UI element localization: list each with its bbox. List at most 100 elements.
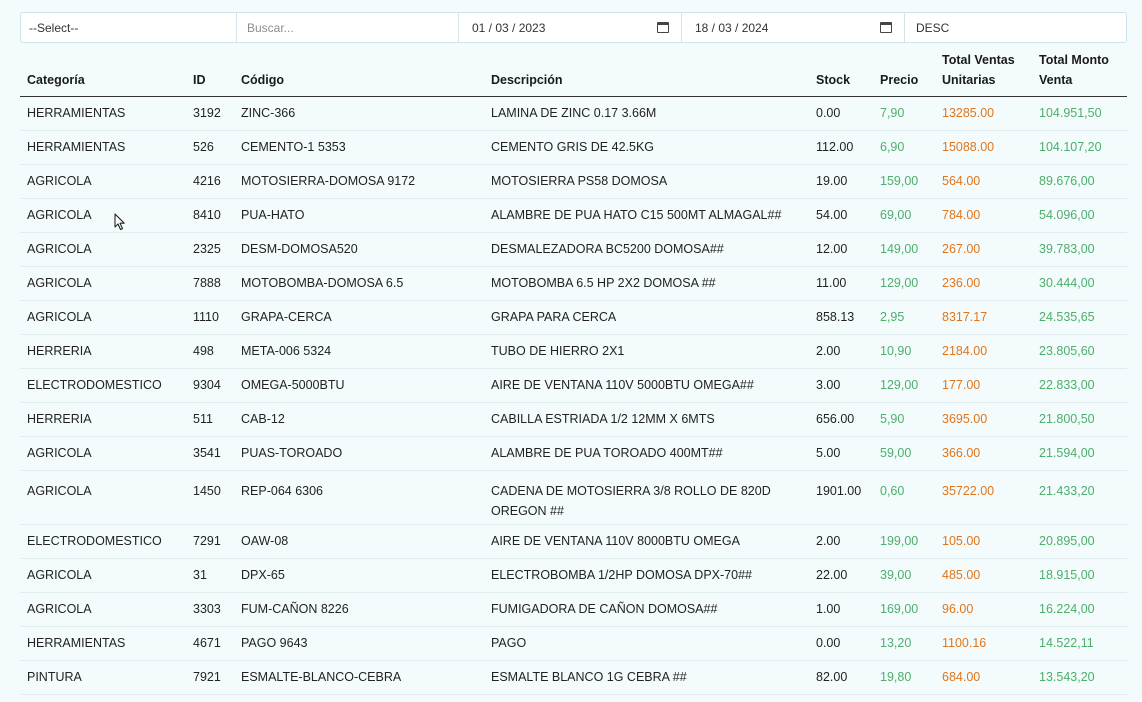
- cell-stock: 0.00: [809, 96, 873, 131]
- cell-total-ventas-unitarias: 267.00: [935, 232, 1032, 267]
- cell-precio: 59,00: [873, 436, 935, 471]
- cell-stock: 2.00: [809, 334, 873, 369]
- cell-precio: 169,00: [873, 592, 935, 627]
- filter-bar: --Select-- 01 / 03 / 2023 18 / 03 / 2024…: [20, 12, 1127, 43]
- cell-categoria: HERRAMIENTAS: [20, 626, 186, 661]
- cell-stock: 12.00: [809, 232, 873, 267]
- mouse-cursor-icon: [114, 213, 125, 231]
- cell-stock: 22.00: [809, 558, 873, 593]
- cell-categoria: AGRICOLA: [20, 470, 186, 525]
- header-precio[interactable]: Precio: [873, 46, 935, 97]
- table-row[interactable]: HERRERIA 498 META-006 5324 TUBO DE HIERRO 2…: [20, 334, 1127, 369]
- cell-codigo: PUA-HATO: [234, 198, 484, 233]
- cell-total-ventas-unitarias: 485.00: [935, 558, 1032, 593]
- cell-categoria: HERRAMIENTAS: [20, 130, 186, 165]
- cell-total-ventas-unitarias: 3695.00: [935, 402, 1032, 437]
- date-from-field[interactable]: 01 / 03 / 2023: [459, 13, 682, 42]
- table-header-row: Categoría ID Código Descripción Stock Pr…: [20, 46, 1127, 97]
- cell-categoria: AGRICOLA: [20, 266, 186, 301]
- cell-total-monto-venta: 18.915,00: [1032, 558, 1127, 593]
- table-row[interactable]: HERRAMIENTAS 3192 ZINC-366 LAMINA DE ZINC 0…: [20, 96, 1127, 131]
- table-row[interactable]: AGRICOLA 31 DPX-65 ELECTROBOMBA 1/2HP DOMOS…: [20, 558, 1127, 593]
- category-select[interactable]: --Select--: [21, 13, 237, 42]
- cell-descripcion: AIRE DE VENTANA 110V 5000BTU OMEGA##: [484, 368, 809, 403]
- cell-total-monto-venta: 23.805,60: [1032, 334, 1127, 369]
- cell-total-monto-venta: 30.444,00: [1032, 266, 1127, 301]
- calendar-icon[interactable]: [880, 22, 892, 33]
- sales-table: Categoría ID Código Descripción Stock Pr…: [20, 46, 1127, 695]
- cell-codigo: DESM-DOMOSA520: [234, 232, 484, 267]
- table-row[interactable]: ELECTRODOMESTICO 9304 OMEGA-5000BTU AIRE DE…: [20, 368, 1127, 403]
- cell-codigo: ESMALTE-BLANCO-CEBRA: [234, 660, 484, 695]
- cell-stock: 0.00: [809, 626, 873, 661]
- cell-total-monto-venta: 89.676,00: [1032, 164, 1127, 199]
- cell-codigo: FUM-CAÑON 8226: [234, 592, 484, 627]
- cell-total-ventas-unitarias: 684.00: [935, 660, 1032, 695]
- cell-descripcion: FUMIGADORA DE CAÑON DOMOSA##: [484, 592, 809, 627]
- table-row[interactable]: HERRERIA 511 CAB-12 CABILLA ESTRIADA 1/2 12…: [20, 402, 1127, 437]
- cell-descripcion: LAMINA DE ZINC 0.17 3.66M: [484, 96, 809, 131]
- cell-id: 498: [186, 334, 234, 369]
- cell-codigo: OMEGA-5000BTU: [234, 368, 484, 403]
- header-categoria[interactable]: Categoría: [20, 46, 186, 97]
- table-row[interactable]: PINTURA 7921 ESMALTE-BLANCO-CEBRA ESMALTE B…: [20, 660, 1127, 695]
- date-to-field[interactable]: 18 / 03 / 2024: [682, 13, 905, 42]
- cell-stock: 82.00: [809, 660, 873, 695]
- header-codigo[interactable]: Código: [234, 46, 484, 97]
- table-row[interactable]: AGRICOLA 1110 GRAPA-CERCA GRAPA PARA CERCA 8…: [20, 300, 1127, 335]
- cell-codigo: MOTOSIERRA-DOMOSA 9172: [234, 164, 484, 199]
- sort-order-value: DESC: [916, 20, 950, 35]
- sort-order-select[interactable]: DESC: [905, 13, 1126, 42]
- cell-id: 3192: [186, 96, 234, 131]
- cell-id: 1450: [186, 470, 234, 525]
- table-row[interactable]: AGRICOLA 8410 PUA-HATO ALAMBRE DE PUA HATO …: [20, 198, 1127, 233]
- header-total-monto-venta[interactable]: Total Monto Venta: [1032, 46, 1127, 97]
- table-row[interactable]: AGRICOLA 2325 DESM-DOMOSA520 DESMALEZADORA …: [20, 232, 1127, 267]
- cell-total-monto-venta: 16.224,00: [1032, 592, 1127, 627]
- cell-codigo: CAB-12: [234, 402, 484, 437]
- cell-total-ventas-unitarias: 35722.00: [935, 470, 1032, 525]
- calendar-icon[interactable]: [657, 22, 669, 33]
- cell-precio: 19,80: [873, 660, 935, 695]
- cell-total-monto-venta: 22.833,00: [1032, 368, 1127, 403]
- cell-descripcion: TUBO DE HIERRO 2X1: [484, 334, 809, 369]
- table-row[interactable]: AGRICOLA 4216 MOTOSIERRA-DOMOSA 9172 MOTOSI…: [20, 164, 1127, 199]
- search-field[interactable]: [237, 13, 459, 42]
- header-stock[interactable]: Stock: [809, 46, 873, 97]
- search-input[interactable]: [247, 20, 450, 35]
- header-descripcion[interactable]: Descripción: [484, 46, 809, 97]
- table-row[interactable]: HERRAMIENTAS 4671 PAGO 9643 PAGO 0.00 13,20 11…: [20, 626, 1127, 661]
- cell-categoria: HERRAMIENTAS: [20, 96, 186, 131]
- cell-codigo: OAW-08: [234, 524, 484, 559]
- cell-precio: 2,95: [873, 300, 935, 335]
- cell-total-monto-venta: 14.522,11: [1032, 626, 1127, 661]
- cell-stock: 1.00: [809, 592, 873, 627]
- header-total-ventas-unitarias[interactable]: Total Ventas Unitarias: [935, 46, 1032, 97]
- cell-id: 511: [186, 402, 234, 437]
- cell-stock: 858.13: [809, 300, 873, 335]
- cell-descripcion: PAGO: [484, 626, 809, 661]
- cell-categoria: AGRICOLA: [20, 300, 186, 335]
- cell-total-ventas-unitarias: 564.00: [935, 164, 1032, 199]
- cell-descripcion: DESMALEZADORA BC5200 DOMOSA##: [484, 232, 809, 267]
- cell-total-ventas-unitarias: 236.00: [935, 266, 1032, 301]
- cell-stock: 3.00: [809, 368, 873, 403]
- cell-codigo: PUAS-TOROADO: [234, 436, 484, 471]
- table-row[interactable]: AGRICOLA 3303 FUM-CAÑON 8226 FUMIGADORA DE …: [20, 592, 1127, 627]
- header-id[interactable]: ID: [186, 46, 234, 97]
- cell-id: 7921: [186, 660, 234, 695]
- cell-precio: 129,00: [873, 368, 935, 403]
- cell-precio: 199,00: [873, 524, 935, 559]
- table-row[interactable]: AGRICOLA 7888 MOTOBOMBA-DOMOSA 6.5 MOTOBOMB…: [20, 266, 1127, 301]
- cell-codigo: PAGO 9643: [234, 626, 484, 661]
- cell-descripcion: GRAPA PARA CERCA: [484, 300, 809, 335]
- cell-categoria: AGRICOLA: [20, 592, 186, 627]
- table-row[interactable]: HERRAMIENTAS 526 CEMENTO-1 5353 CEMENTO GRI…: [20, 130, 1127, 165]
- table-row[interactable]: ELECTRODOMESTICO 7291 OAW-08 AIRE DE VENTAN…: [20, 524, 1127, 559]
- table-row[interactable]: AGRICOLA 1450 REP-064 6306 CADENA DE MOTOSI…: [20, 470, 1127, 525]
- table-row[interactable]: AGRICOLA 3541 PUAS-TOROADO ALAMBRE DE PUA T…: [20, 436, 1127, 471]
- cell-total-ventas-unitarias: 105.00: [935, 524, 1032, 559]
- cell-categoria: AGRICOLA: [20, 232, 186, 267]
- cell-total-ventas-unitarias: 366.00: [935, 436, 1032, 471]
- cell-stock: 19.00: [809, 164, 873, 199]
